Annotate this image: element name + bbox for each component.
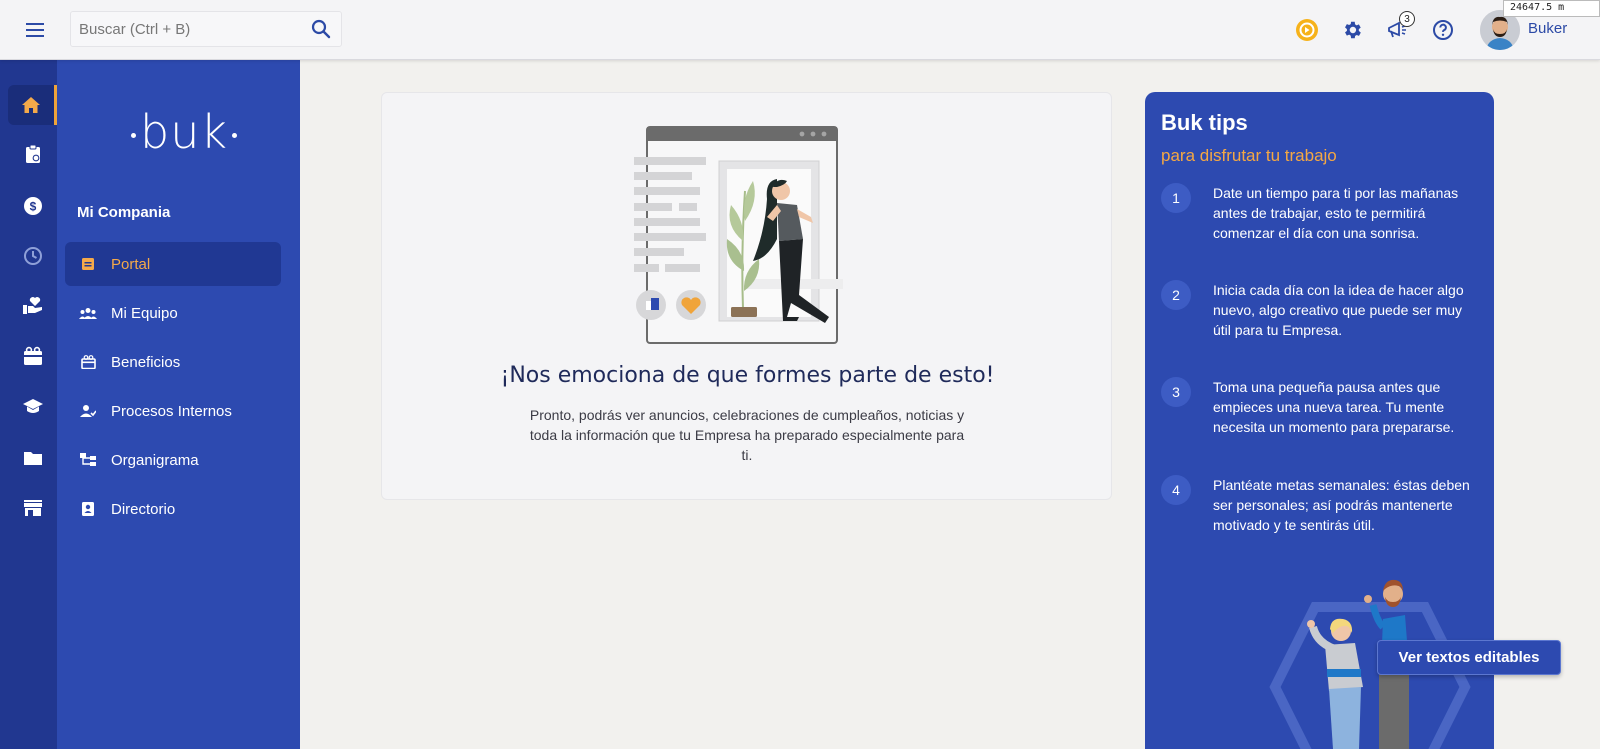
search-input[interactable]: [79, 12, 304, 46]
welcome-title: ¡Nos emociona de que formes parte de est…: [500, 363, 995, 388]
top-bar: 3 Buker: [0, 0, 1600, 60]
store-icon[interactable]: [8, 488, 57, 528]
svg-text:$: $: [29, 200, 36, 214]
user-name[interactable]: Buker: [1528, 20, 1567, 37]
tip-number: 3: [1161, 377, 1191, 407]
tip-item: 1 Date un tiempo para ti por las mañanas…: [1161, 183, 1481, 243]
directory-icon: [79, 501, 97, 517]
graduation-cap-icon[interactable]: [8, 387, 57, 427]
tip-item: 3 Toma una pequeña pausa antes que empie…: [1161, 377, 1481, 437]
sidebar: buk Mi Compania Portal Mi Equipo Benefic…: [57, 60, 300, 749]
gift-icon: [79, 354, 97, 370]
sidebar-item-procesos-internos[interactable]: Procesos Internos: [65, 389, 281, 433]
folder-icon[interactable]: [8, 438, 57, 478]
notification-badge: 3: [1399, 11, 1415, 27]
hand-heart-icon[interactable]: [8, 286, 57, 326]
coin-icon[interactable]: [1294, 17, 1320, 43]
sidebar-item-label: Procesos Internos: [111, 402, 232, 420]
sidebar-item-mi-equipo[interactable]: Mi Equipo: [65, 291, 281, 335]
tip-number: 4: [1161, 475, 1191, 505]
clipboard-icon[interactable]: [8, 134, 57, 174]
person-process-icon: [79, 403, 97, 419]
sidebar-item-label: Beneficios: [111, 353, 181, 371]
team-icon: [79, 305, 97, 321]
sidebar-item-beneficios[interactable]: Beneficios: [65, 340, 281, 384]
welcome-card: ¡Nos emociona de que formes parte de est…: [381, 92, 1112, 500]
gear-icon[interactable]: [1339, 17, 1365, 43]
gift-icon[interactable]: [8, 336, 57, 376]
view-editable-texts-button[interactable]: Ver textos editables: [1377, 640, 1561, 675]
search-icon[interactable]: [311, 19, 333, 41]
welcome-illustration: [634, 126, 843, 344]
sidebar-item-label: Portal: [111, 255, 151, 273]
sidebar-item-organigrama[interactable]: Organigrama: [65, 438, 281, 482]
buk-logo: buk: [127, 105, 241, 159]
company-name: Mi Compania: [77, 204, 171, 221]
tip-item: 4 Plantéate metas semanales: éstas deben…: [1161, 475, 1481, 535]
tip-text: Toma una pequeña pausa antes que empiece…: [1213, 379, 1455, 435]
menu-icon[interactable]: [20, 16, 50, 44]
tips-subtitle: para disfrutar tu trabajo: [1161, 146, 1337, 165]
tip-number: 2: [1161, 280, 1191, 310]
tips-title: Buk tips: [1161, 110, 1248, 135]
search-box: [70, 11, 342, 47]
tip-text: Inicia cada día con la idea de hacer alg…: [1213, 282, 1464, 338]
sidebar-item-label: Organigrama: [111, 451, 199, 469]
dollar-icon[interactable]: $: [8, 186, 57, 226]
tip-text: Plantéate metas semanales: éstas deben s…: [1213, 477, 1470, 533]
tip-item: 2 Inicia cada día con la idea de hacer a…: [1161, 280, 1481, 340]
org-chart-icon: [79, 452, 97, 468]
sidebar-item-label: Directorio: [111, 500, 176, 518]
sidebar-item-label: Mi Equipo: [111, 304, 178, 322]
announcement-icon[interactable]: 3: [1385, 11, 1415, 43]
tip-text: Date un tiempo para ti por las mañanas a…: [1213, 185, 1459, 241]
welcome-text: Pronto, podrás ver anuncios, celebracion…: [529, 407, 965, 463]
tip-number: 1: [1161, 183, 1191, 213]
home-icon[interactable]: [8, 85, 57, 125]
sidebar-item-portal[interactable]: Portal: [65, 242, 281, 286]
portal-icon: [79, 256, 97, 272]
help-icon[interactable]: [1430, 17, 1456, 43]
corner-readout: 24647.5 m: [1503, 0, 1600, 17]
clock-icon[interactable]: [8, 236, 57, 276]
sidebar-item-directorio[interactable]: Directorio: [65, 487, 281, 531]
icon-rail: $: [0, 60, 57, 749]
